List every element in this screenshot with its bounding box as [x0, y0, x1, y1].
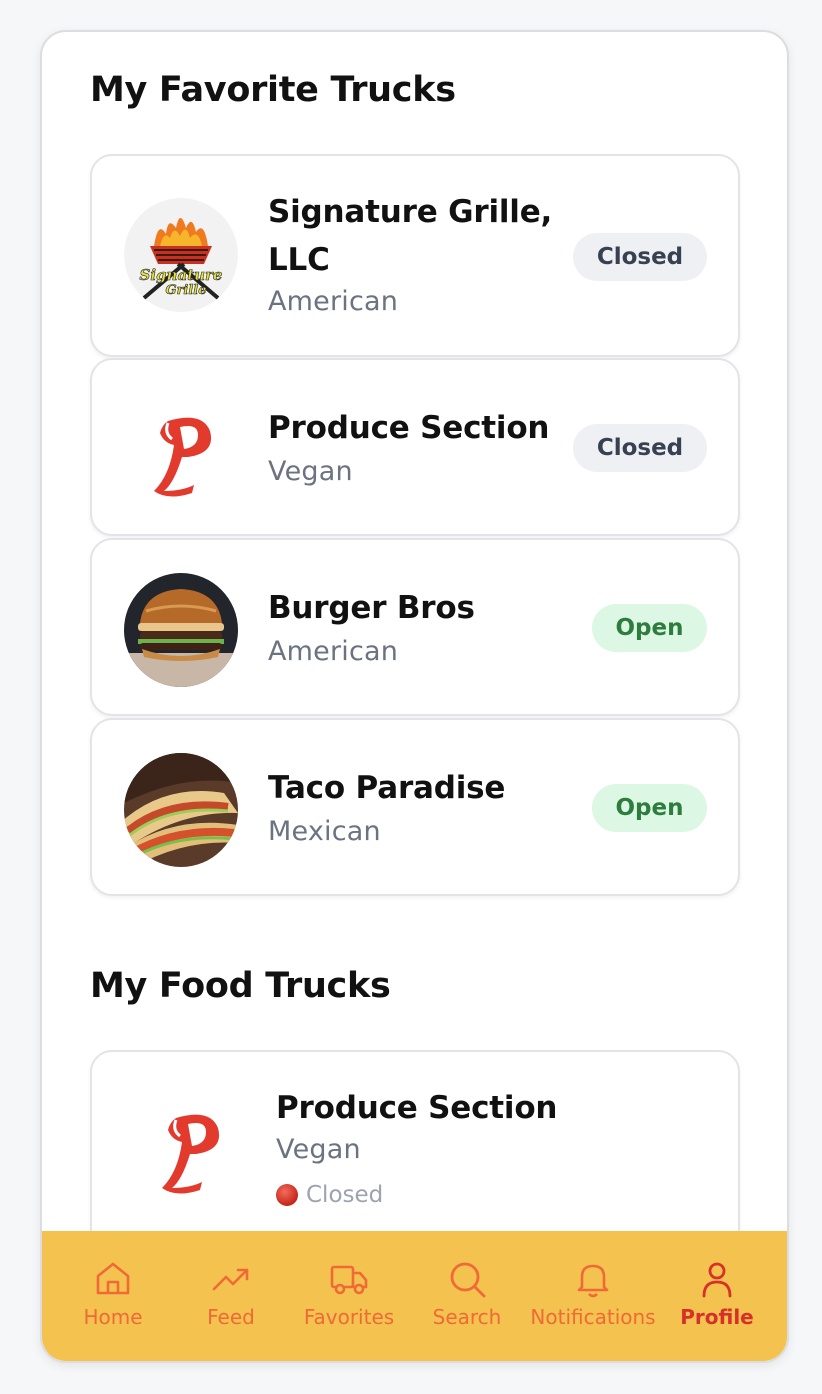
home-icon	[96, 1262, 130, 1295]
status-badge: Closed	[573, 233, 707, 281]
truck-logo	[124, 393, 238, 507]
nav-search[interactable]: Search	[407, 1259, 527, 1329]
favorite-truck-card[interactable]: Signature Grille Signature Grille, LLC A…	[90, 154, 740, 357]
truck-name: Signature Grille, LLC	[268, 194, 553, 278]
truck-photo	[124, 573, 238, 687]
truck-name: Burger Bros	[268, 590, 475, 626]
nav-label: Favorites	[303, 1305, 395, 1329]
truck-logo: Signature Grille	[124, 198, 238, 312]
user-icon	[702, 1262, 732, 1298]
search-icon	[450, 1262, 486, 1298]
truck-cuisine: Vegan	[276, 1134, 361, 1165]
favorite-truck-card[interactable]: Produce Section Vegan Closed	[90, 358, 740, 536]
svg-text:Grille: Grille	[165, 283, 206, 298]
svg-text:Signature: Signature	[140, 266, 223, 284]
truck-cuisine: American	[268, 286, 399, 317]
truck-logo	[132, 1090, 246, 1204]
truck-cuisine: Mexican	[268, 816, 381, 847]
nav-favorites[interactable]: Favorites	[289, 1259, 409, 1329]
nav-feed[interactable]: Feed	[171, 1259, 291, 1329]
favorite-truck-card[interactable]: Burger Bros American Open	[90, 538, 740, 716]
nav-label: Notifications	[530, 1305, 656, 1329]
status-indicator: Closed	[276, 1182, 383, 1208]
trending-icon	[212, 1268, 249, 1291]
status-badge: Closed	[573, 424, 707, 472]
truck-cuisine: Vegan	[268, 456, 353, 487]
nav-label: Search	[432, 1305, 502, 1329]
truck-icon	[330, 1265, 368, 1295]
status-badge: Open	[592, 784, 707, 832]
nav-label: Feed	[207, 1305, 255, 1329]
truck-cuisine: American	[268, 636, 399, 667]
nav-notifications[interactable]: Notifications	[528, 1259, 658, 1329]
bottom-nav: Home Feed Favorites Search Notifications…	[42, 1231, 787, 1361]
nav-label: Profile	[680, 1305, 754, 1329]
nav-home[interactable]: Home	[53, 1259, 173, 1329]
app-screen: My Favorite Trucks Signature Grille Sign…	[40, 30, 789, 1363]
truck-photo	[124, 753, 238, 867]
bell-icon	[577, 1264, 609, 1298]
nav-label: Home	[83, 1305, 143, 1329]
truck-name: Produce Section	[276, 1090, 558, 1126]
my-truck-card[interactable]: Produce Section Vegan Closed	[90, 1050, 740, 1250]
status-text: Closed	[306, 1182, 384, 1208]
status-dot-icon	[276, 1184, 298, 1206]
truck-name: Produce Section	[268, 410, 550, 446]
status-badge: Open	[592, 604, 707, 652]
truck-name: Taco Paradise	[268, 770, 506, 806]
favorite-truck-card[interactable]: Taco Paradise Mexican Open	[90, 718, 740, 896]
nav-profile[interactable]: Profile	[657, 1259, 777, 1329]
favorites-title: My Favorite Trucks	[90, 70, 456, 110]
my-trucks-title: My Food Trucks	[90, 966, 391, 1006]
